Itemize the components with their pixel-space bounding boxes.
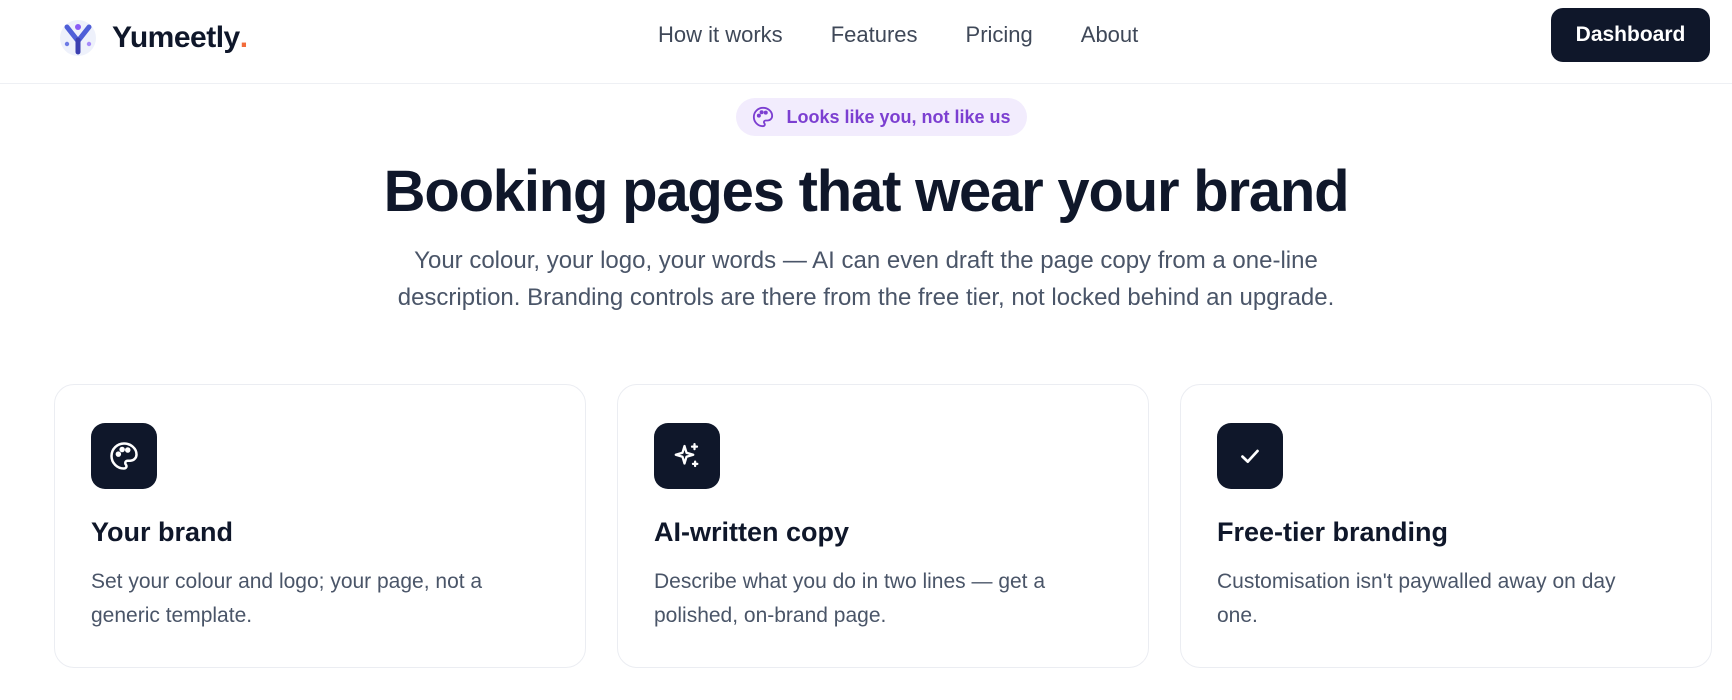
check-icon — [1241, 449, 1259, 463]
feature-card-description: Set your colour and logo; your page, not… — [91, 570, 483, 627]
brand-name: Yumeetly. — [112, 21, 248, 55]
nav-link-pricing[interactable]: Pricing — [966, 22, 1033, 48]
hero-badge-text: Looks like you, not like us — [786, 106, 1011, 127]
feature-icon-tile — [654, 423, 720, 489]
feature-card-title: AI-written copy — [654, 517, 850, 547]
feature-card-description: Describe what you do in two lines — get … — [654, 570, 1046, 627]
feature-card-title: Your brand — [91, 517, 234, 547]
brand-home-link[interactable]: Yumeetly. — [58, 16, 248, 60]
palette-icon — [110, 442, 138, 470]
feature-icon-tile — [1217, 423, 1283, 489]
nav-link-how-it-works[interactable]: How it works — [658, 22, 783, 48]
nav-link-about[interactable]: About — [1081, 22, 1139, 48]
feature-card-description: Customisation isn't paywalled away on da… — [1217, 570, 1616, 627]
feature-card-your-brand: Your brand Set your colour and logo; you… — [54, 384, 586, 668]
hero-title: Booking pages that wear your brand — [383, 159, 1350, 224]
yumeetly-logo-icon — [60, 20, 96, 56]
sparkles-icon — [674, 443, 699, 468]
page: Yumeetly. How it works Features Pricing … — [0, 0, 1732, 700]
feature-icon-tile — [91, 423, 157, 489]
dashboard-button[interactable]: Dashboard — [1551, 8, 1710, 62]
hero-subtitle: Your colour, your logo, your words — AI … — [397, 247, 1335, 311]
feature-card-ai-written-copy: AI-written copy Describe what you do in … — [617, 384, 1149, 668]
brand-name-text: Yumeetly — [112, 21, 240, 54]
palette-icon — [753, 106, 774, 128]
main-nav: How it works Features Pricing About — [658, 20, 1138, 50]
hero-badge: Looks like you, not like us — [736, 98, 1027, 136]
nav-link-features[interactable]: Features — [831, 22, 918, 48]
feature-card-title: Free-tier branding — [1217, 517, 1449, 547]
brand-name-dot: . — [239, 21, 248, 54]
site-header: Yumeetly. How it works Features Pricing … — [0, 0, 1732, 84]
feature-card-free-tier-branding: Free-tier branding Customisation isn't p… — [1180, 384, 1712, 668]
